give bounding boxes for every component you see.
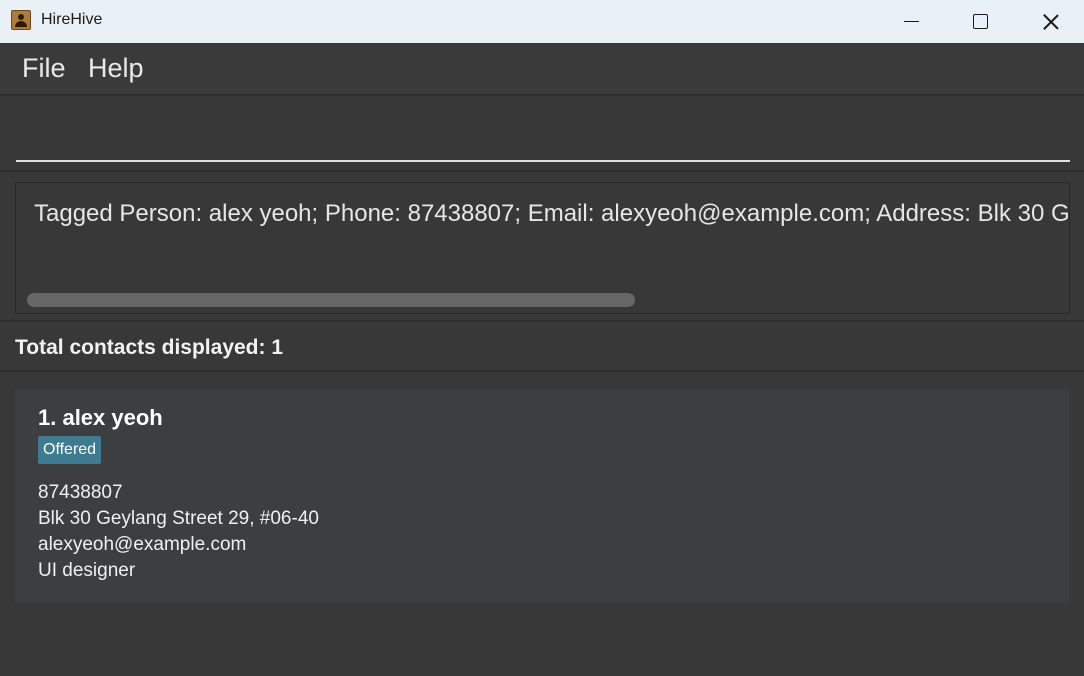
person-address: Blk 30 Geylang Street 29, #06-40 [38, 508, 319, 529]
contacts-count: Total contacts displayed: 1 [15, 336, 284, 359]
person-name: 1. alex yeoh [38, 405, 163, 430]
maximize-icon [972, 14, 988, 29]
maximize-button[interactable] [945, 0, 1015, 43]
person-role: UI designer [38, 560, 136, 581]
minimize-icon [903, 21, 919, 22]
menu-bar: File Help [0, 43, 1084, 96]
person-card[interactable]: 1. alex yeoh Offered 87438807 Blk 30 Gey… [15, 390, 1069, 602]
menu-help[interactable]: Help [88, 53, 144, 84]
command-box [0, 98, 1084, 172]
close-icon [1042, 13, 1060, 31]
status-badge: Offered [38, 436, 102, 464]
result-display-panel: Tagged Person: alex yeoh; Phone: 8743880… [0, 174, 1084, 322]
result-text: Tagged Person: alex yeoh; Phone: 8743880… [34, 200, 1070, 227]
status-bar: Total contacts displayed: 1 [0, 324, 1084, 372]
title-bar: HireHive [0, 0, 1084, 43]
person-phone: 87438807 [38, 482, 123, 503]
person-list: 1. alex yeoh Offered 87438807 Blk 30 Gey… [0, 374, 1084, 676]
result-display[interactable]: Tagged Person: alex yeoh; Phone: 8743880… [15, 182, 1070, 314]
contact-book-icon [11, 10, 31, 30]
command-input[interactable] [16, 112, 1070, 162]
horizontal-scrollbar[interactable] [27, 293, 635, 307]
menu-file[interactable]: File [22, 53, 66, 84]
person-email: alexyeoh@example.com [38, 534, 247, 555]
close-button[interactable] [1016, 0, 1084, 43]
window-title: HireHive [41, 11, 103, 28]
minimize-button[interactable] [876, 0, 946, 43]
